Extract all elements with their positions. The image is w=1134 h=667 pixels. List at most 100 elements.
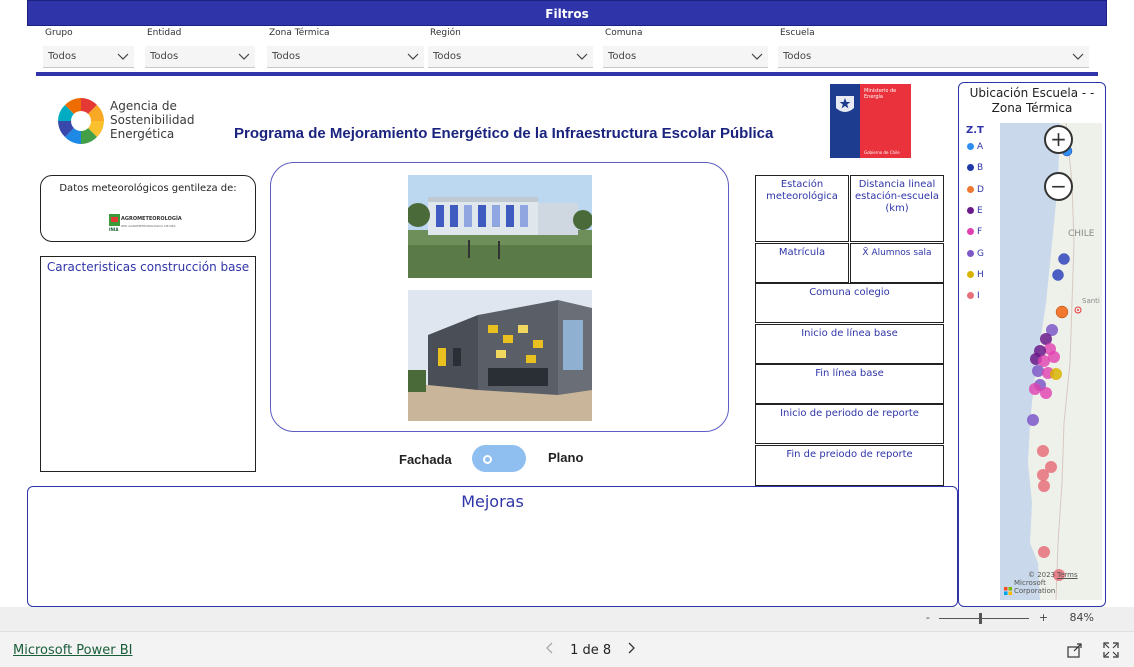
estacion-label: Estación meteorológica	[766, 179, 838, 202]
fin-linea-card: Fin línea base	[755, 364, 944, 404]
filter-value: Todos	[272, 51, 301, 62]
filter-label: Región	[430, 28, 461, 38]
comuna-dropdown[interactable]: Todos	[603, 46, 768, 68]
agency-line-3: Energética	[110, 127, 175, 141]
country-label: CHILE	[1068, 229, 1095, 239]
legend-dot	[967, 164, 974, 171]
power-bi-link[interactable]: Microsoft Power BI	[13, 643, 132, 658]
inicio-linea-card: Inicio de línea base	[755, 324, 944, 364]
page-indicator: 1 de 8	[570, 643, 612, 658]
microsoft-logo-icon	[1004, 587, 1012, 595]
agrometeorologia-logo: AGROMETEOROLOGÍA RED AGROMETEOROLÓGICA D…	[109, 214, 189, 234]
chevron-down-icon	[117, 53, 129, 60]
map-terms-link[interactable]: Terms	[1057, 571, 1078, 579]
agro-name: AGROMETEOROLOGÍA	[121, 216, 182, 222]
divider	[36, 72, 1098, 76]
legend-item-h: H	[967, 270, 984, 280]
filter-label: Comuna	[605, 28, 643, 38]
zoom-out-button[interactable]: -	[926, 611, 930, 624]
chevron-down-icon	[576, 53, 588, 60]
agency-line-1: Agencia de	[110, 99, 177, 113]
toggle-left-label: Fachada	[399, 452, 452, 467]
fin-reporte-label: Fin de preiodo de reporte	[786, 449, 913, 460]
legend-dot	[967, 143, 974, 150]
zoom-slider[interactable]	[939, 612, 1030, 624]
coat-of-arms-icon	[836, 96, 854, 112]
ministry-line-2: Energía	[864, 94, 883, 100]
matricula-card: Matrícula	[755, 243, 849, 283]
filter-value: Todos	[150, 51, 179, 62]
comuna-label: Comuna colegio	[809, 287, 890, 298]
chevron-down-icon	[238, 53, 250, 60]
legend-label: E	[977, 206, 983, 216]
filter-region: Región Todos	[428, 26, 593, 68]
zoom-slider-thumb[interactable]	[979, 612, 983, 624]
filter-label: Entidad	[147, 28, 182, 38]
share-icon[interactable]	[1066, 641, 1084, 659]
legend-label: B	[977, 163, 984, 173]
chevron-down-icon	[751, 53, 763, 60]
escuela-dropdown[interactable]: Todos	[778, 46, 1089, 68]
legend-label: F	[977, 227, 983, 237]
next-page-button[interactable]	[621, 642, 641, 658]
fullscreen-icon[interactable]	[1102, 641, 1120, 659]
chevron-left-icon	[546, 642, 553, 654]
ministry-logo: Ministerio de Energía Gobierno de Chile	[830, 84, 911, 158]
filter-value: Todos	[48, 51, 77, 62]
map-attribution-corp: Microsoft Corporation	[1014, 579, 1056, 595]
previous-page-button[interactable]	[540, 642, 560, 658]
filter-zona-termica: Zona Térmica Todos	[267, 26, 424, 68]
filter-entidad: Entidad Todos	[145, 26, 255, 68]
zoom-in-button[interactable]: +	[1039, 611, 1048, 624]
entidad-dropdown[interactable]: Todos	[145, 46, 255, 68]
matricula-label: Matrícula	[778, 247, 826, 258]
filter-value: Todos	[783, 51, 812, 62]
legend-dot	[967, 250, 974, 257]
filters-header: Filtros	[27, 0, 1107, 26]
footer: Microsoft Power BI 1 de 8	[0, 631, 1134, 667]
characteristics-card: Caracteristicas construcción base	[40, 256, 256, 472]
fin-reporte-card: Fin de preiodo de reporte	[755, 445, 944, 486]
zoom-control: - + 84%	[926, 611, 1094, 624]
map-zoom-in-button[interactable]: +	[1044, 125, 1073, 154]
ministry-logo-blue	[830, 84, 860, 158]
legend-item-i: I	[967, 291, 980, 301]
legend-label: A	[977, 142, 984, 152]
inicio-reporte-label: Inicio de periodo de reporte	[780, 408, 919, 419]
characteristics-title: Caracteristicas construcción base	[46, 260, 250, 274]
meteo-credit-card: Datos meteorológicos gentileza de: AGROM…	[40, 175, 256, 242]
plus-icon: +	[1050, 127, 1067, 151]
filter-label: Zona Térmica	[269, 28, 330, 38]
agro-sub: RED AGROMETEOROLÓGICA DE INIA	[121, 224, 176, 228]
grupo-dropdown[interactable]: Todos	[43, 46, 134, 68]
inia-mark: INIA	[109, 227, 119, 232]
alumnos-card: X̄ Alumnos sala	[850, 243, 944, 283]
map-zoom-out-button[interactable]: −	[1044, 172, 1073, 201]
agency-line-2: Sostenibilidad	[110, 113, 195, 127]
chevron-down-icon	[1072, 53, 1084, 60]
agency-sun-icon	[58, 98, 104, 144]
comuna-card: Comuna colegio	[755, 283, 944, 323]
toggle-knob	[481, 453, 494, 466]
power-bi-report: Filtros Grupo Todos Entidad Todos Zona T…	[0, 0, 1134, 667]
legend-item-e: E	[967, 206, 983, 216]
filter-escuela: Escuela Todos	[778, 26, 1089, 68]
filter-grupo: Grupo Todos	[43, 26, 134, 68]
fachada-plano-toggle[interactable]	[472, 445, 526, 472]
zona-termica-dropdown[interactable]: Todos	[267, 46, 424, 68]
legend-title: Z.T	[966, 125, 984, 136]
legend-dot	[967, 207, 974, 214]
zoom-level: 84%	[1069, 611, 1094, 624]
meteo-credit-text: Datos meteorológicos gentileza de:	[59, 183, 237, 194]
legend-label: D	[977, 185, 984, 195]
ministry-name: Ministerio de Energía	[864, 88, 896, 100]
agency-name: Agencia de Sostenibilidad Energética	[110, 99, 194, 141]
legend-dot	[967, 292, 974, 299]
fin-linea-label: Fin línea base	[815, 368, 884, 379]
filter-value: Todos	[433, 51, 462, 62]
legend-item-f: F	[967, 227, 982, 237]
map-title: Ubicación Escuela - -Zona Térmica	[969, 86, 1095, 115]
city-label: Santi	[1082, 297, 1100, 305]
region-dropdown[interactable]: Todos	[428, 46, 593, 68]
legend-label: G	[977, 249, 984, 259]
